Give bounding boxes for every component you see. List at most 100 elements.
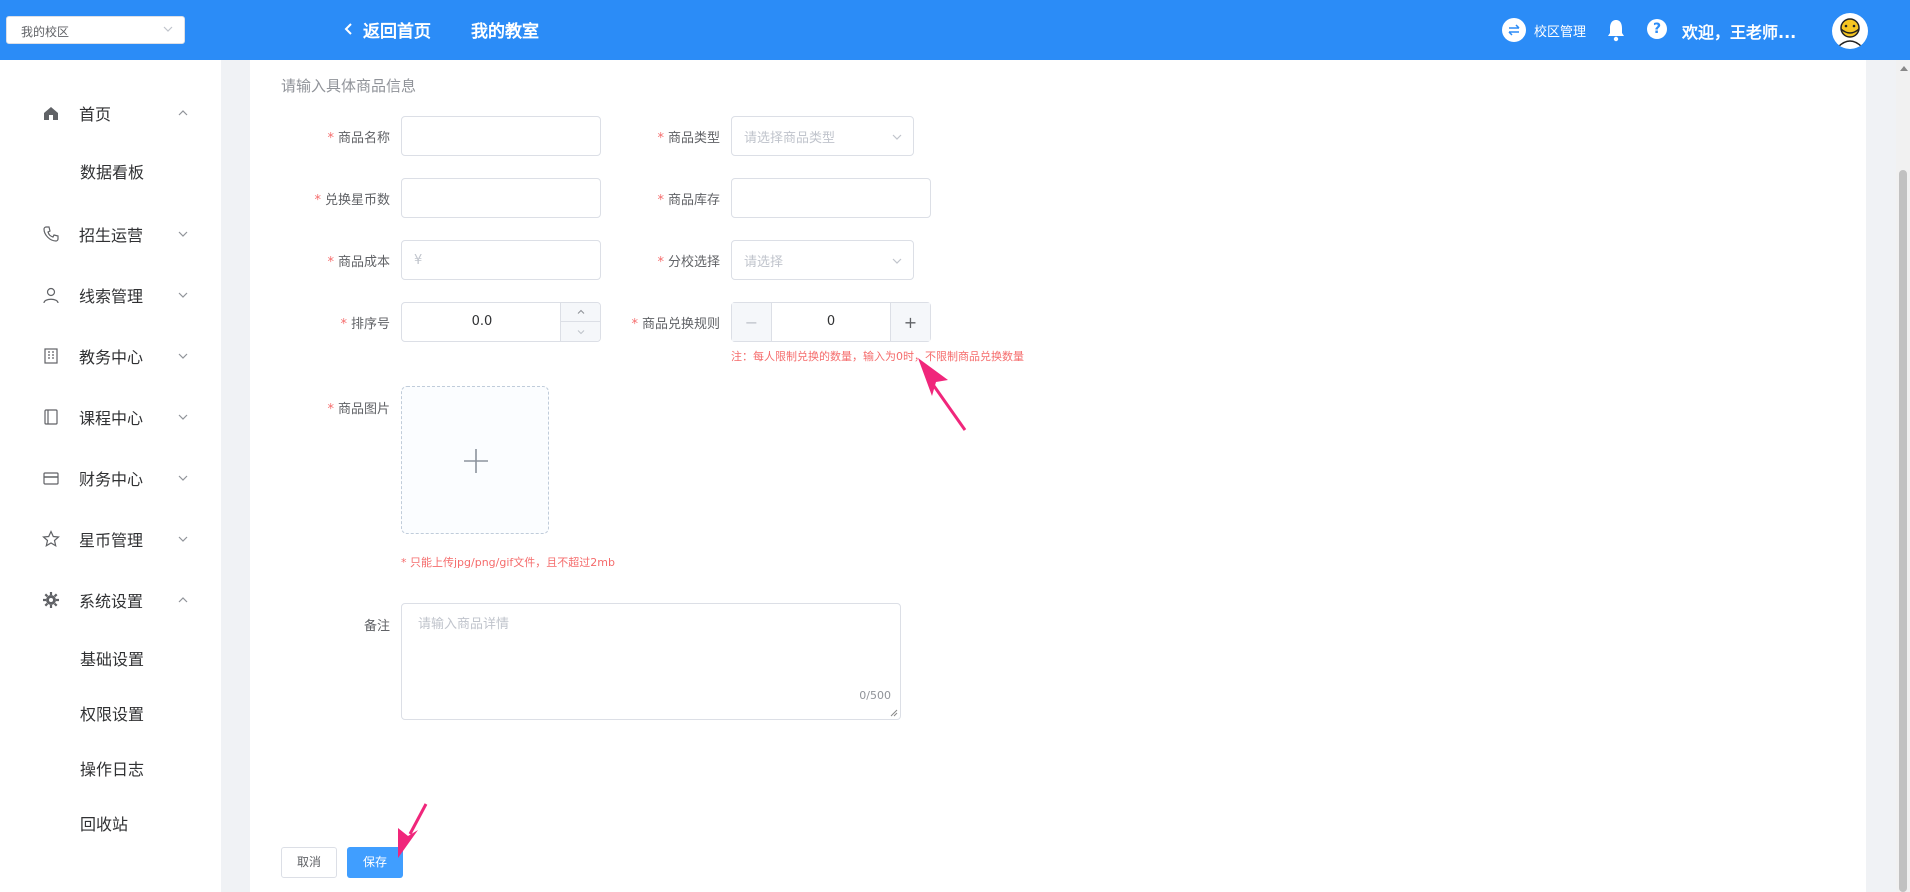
stock-input[interactable]: [731, 178, 931, 218]
remark-textarea[interactable]: 请输入商品详情 0/500: [401, 603, 901, 720]
stock-label: * 商品库存: [620, 189, 720, 208]
sort-value[interactable]: 0.0: [402, 303, 562, 341]
campus-select-value: 我的校区: [21, 25, 70, 39]
sidebar-item-label: 操作日志: [80, 760, 145, 779]
sidebar-item-recycle-bin[interactable]: 回收站: [0, 803, 221, 843]
product-type-select[interactable]: 请选择商品类型: [731, 116, 914, 156]
gear-icon: [43, 592, 59, 608]
image-label: * 商品图片: [300, 398, 390, 417]
help-icon[interactable]: ?: [1647, 19, 1667, 39]
exchange-rule-value[interactable]: 0: [772, 303, 890, 341]
sidebar-item-coins[interactable]: 星币管理: [0, 519, 221, 559]
home-icon: [44, 107, 58, 120]
sidebar-item-home[interactable]: 首页: [0, 93, 221, 133]
sidebar-item-label: 回收站: [80, 815, 129, 834]
welcome-text[interactable]: 欢迎，王老师...: [1682, 19, 1796, 43]
required-mark: *: [327, 131, 334, 146]
sidebar-item-finance[interactable]: 财务中心: [0, 458, 221, 498]
sidebar-item-courses[interactable]: 课程中心: [0, 397, 221, 437]
sidebar-item-dashboard[interactable]: 数据看板: [0, 151, 221, 191]
label-text: 分校选择: [667, 255, 720, 270]
branch-select[interactable]: 请选择: [731, 240, 914, 280]
sidebar-item-label: 系统设置: [79, 592, 144, 611]
branch-label: * 分校选择: [620, 251, 720, 270]
sidebar-item-label: 财务中心: [79, 470, 144, 489]
building-icon: [44, 348, 58, 364]
label-text: 兑换星币数: [324, 193, 390, 208]
label-text: 排序号: [350, 317, 390, 332]
chevron-down-icon: [577, 329, 584, 334]
chevron-down-icon: [892, 134, 902, 140]
chevron-down-icon: [178, 353, 188, 359]
back-home-label: 返回首页: [363, 21, 431, 42]
campus-manage-button[interactable]: 校区管理: [1502, 18, 1586, 42]
sidebar-item-label: 线索管理: [79, 287, 144, 306]
campus-select[interactable]: 我的校区: [6, 16, 185, 44]
chevron-down-icon: [178, 414, 188, 420]
avatar[interactable]: [1832, 13, 1868, 49]
chevron-down-icon: [163, 26, 173, 32]
top-header: 我的校区 返回首页 我的教室 校区管理 ? 欢迎，王老师...: [0, 0, 1910, 60]
section-title: 请输入具体商品信息: [281, 77, 417, 95]
resize-grip-icon[interactable]: [890, 709, 898, 717]
cost-input[interactable]: ¥: [401, 240, 601, 280]
campus-manage-label: 校区管理: [1534, 24, 1587, 40]
chevron-down-icon: [178, 292, 188, 298]
remark-label: 备注: [363, 619, 390, 634]
chevron-up-icon: [577, 309, 584, 314]
required-mark: *: [340, 317, 347, 332]
required-mark: *: [657, 255, 664, 270]
branch-placeholder: 请选择: [744, 254, 784, 270]
image-uploader[interactable]: [401, 386, 549, 534]
plus-button[interactable]: +: [890, 303, 930, 341]
user-icon: [43, 287, 59, 304]
increase-button[interactable]: [560, 303, 600, 322]
cancel-button[interactable]: 取消: [281, 847, 337, 878]
label-text: 商品图片: [337, 402, 390, 417]
label-text: 商品库存: [667, 193, 720, 208]
sidebar-item-academic[interactable]: 教务中心: [0, 336, 221, 376]
sort-number-input[interactable]: 0.0: [401, 302, 601, 342]
swap-icon: [1502, 18, 1526, 42]
sidebar: 首页 数据看板 招生运营 线索管理 教务中心 课程中心 财务中心 星币管理 系统…: [0, 60, 221, 892]
sidebar-item-label: 首页: [79, 105, 112, 124]
exchange-rule-stepper[interactable]: − 0 +: [731, 302, 931, 342]
exchange-rule-note: 注：每人限制兑换的数量，输入为0时，不限制商品兑换数量: [731, 350, 1024, 363]
required-mark: *: [657, 131, 664, 146]
sidebar-item-operation-log[interactable]: 操作日志: [0, 748, 221, 788]
book-icon: [44, 409, 58, 425]
label-text: 商品兑换规则: [641, 317, 720, 332]
required-mark: *: [631, 317, 638, 332]
back-home-link[interactable]: 返回首页: [343, 17, 431, 42]
sidebar-item-label: 教务中心: [79, 348, 144, 367]
sidebar-item-leads[interactable]: 线索管理: [0, 275, 221, 315]
minus-button[interactable]: −: [732, 303, 772, 341]
coins-input[interactable]: [401, 178, 601, 218]
sidebar-item-basic-settings[interactable]: 基础设置: [0, 638, 221, 678]
product-name-label: * 商品名称: [300, 127, 390, 146]
sidebar-item-enrollment[interactable]: 招生运营: [0, 214, 221, 254]
sidebar-item-label: 数据看板: [80, 163, 145, 182]
chevron-up-icon: [178, 597, 188, 603]
chevron-left-icon: [344, 23, 352, 35]
sidebar-item-settings[interactable]: 系统设置: [0, 580, 221, 620]
annotation-arrow-icon: [918, 358, 967, 431]
scroll-up-arrow-icon[interactable]: [1900, 66, 1908, 71]
sidebar-item-label: 基础设置: [80, 650, 145, 669]
required-mark: *: [327, 402, 334, 417]
my-classroom-link[interactable]: 我的教室: [471, 17, 539, 42]
remark-placeholder: 请输入商品详情: [418, 617, 510, 632]
card-icon: [43, 472, 59, 485]
coins-label: * 兑换星币数: [280, 189, 390, 208]
label-text: 商品成本: [337, 255, 390, 270]
sidebar-item-permissions[interactable]: 权限设置: [0, 693, 221, 733]
product-name-input[interactable]: [401, 116, 601, 156]
required-mark: *: [327, 255, 334, 270]
bell-icon[interactable]: [1605, 18, 1627, 42]
currency-prefix: ¥: [414, 252, 423, 268]
decrease-button[interactable]: [560, 322, 600, 341]
chevron-down-icon: [178, 231, 188, 237]
required-mark: *: [314, 193, 321, 208]
label-text: 商品类型: [667, 131, 720, 146]
scrollbar-thumb[interactable]: [1899, 170, 1907, 892]
